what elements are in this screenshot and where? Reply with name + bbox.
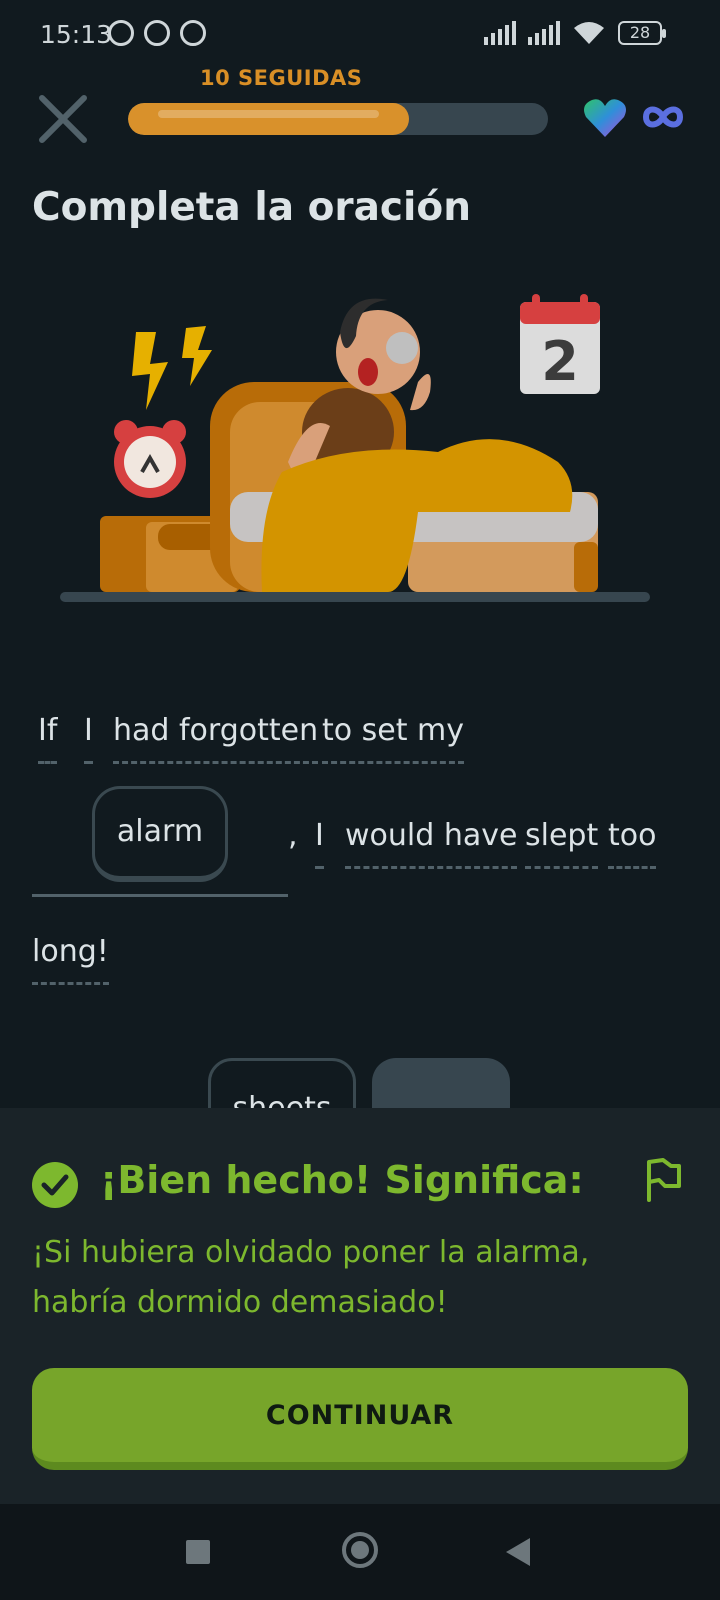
page-title: Completa la oración: [32, 185, 471, 230]
system-nav-bar: [0, 1504, 720, 1600]
lesson-progress-bar: [128, 103, 548, 135]
answer-blank-line: [32, 894, 288, 897]
signal-icon: [528, 21, 560, 45]
check-circle-icon: [32, 1162, 78, 1208]
lesson-progress-fill: [128, 103, 410, 135]
dnd-icon: [180, 20, 206, 46]
sync-icon: [108, 20, 134, 46]
feedback-translation: ¡Si hubiera olvidado poner la alarma, ha…: [32, 1235, 590, 1320]
sentence-word[interactable]: slept: [525, 818, 599, 869]
sentence-word[interactable]: I: [84, 713, 93, 764]
status-time: 15:13: [40, 20, 113, 49]
home-icon[interactable]: [342, 1532, 378, 1568]
infinity-icon[interactable]: [642, 103, 684, 131]
feedback-panel: ¡Bien hecho! Significa: ¡Si hubiera olvi…: [0, 1108, 720, 1504]
status-notification-icons: [108, 20, 206, 46]
calendar-day: 2: [541, 330, 579, 393]
back-icon[interactable]: [506, 1538, 530, 1566]
sentence-word[interactable]: would have: [345, 818, 518, 869]
wifi-icon: [574, 22, 604, 44]
continue-button[interactable]: CONTINUAR: [32, 1368, 688, 1470]
flag-icon[interactable]: [643, 1156, 683, 1204]
sentence-comma: ,: [288, 818, 298, 853]
illustration-woman-waking-late: 2: [60, 294, 650, 602]
feedback-heading: ¡Bien hecho! Significa:: [100, 1158, 584, 1202]
sentence-word[interactable]: I: [315, 818, 324, 869]
sentence-word[interactable]: too: [608, 818, 657, 869]
sentence-word[interactable]: If: [38, 713, 58, 764]
recent-apps-icon[interactable]: [186, 1540, 210, 1564]
status-right-icons: 28: [484, 20, 666, 46]
calendar-icon: 2: [520, 294, 600, 394]
heart-icon[interactable]: [582, 97, 628, 139]
alarm-clock-icon: [114, 420, 186, 498]
streak-label: 10 SEGUIDAS: [200, 66, 363, 90]
signal-icon: [484, 21, 516, 45]
sentence-word[interactable]: to set my: [322, 713, 465, 764]
check-icon: [144, 20, 170, 46]
close-icon[interactable]: [36, 92, 90, 146]
status-bar: 15:13 28: [0, 0, 720, 70]
sentence-word[interactable]: long!: [32, 934, 109, 985]
chosen-answer-chip[interactable]: alarm: [92, 786, 228, 882]
sentence-word[interactable]: had forgotten: [113, 713, 319, 764]
battery-icon: 28: [618, 21, 666, 45]
